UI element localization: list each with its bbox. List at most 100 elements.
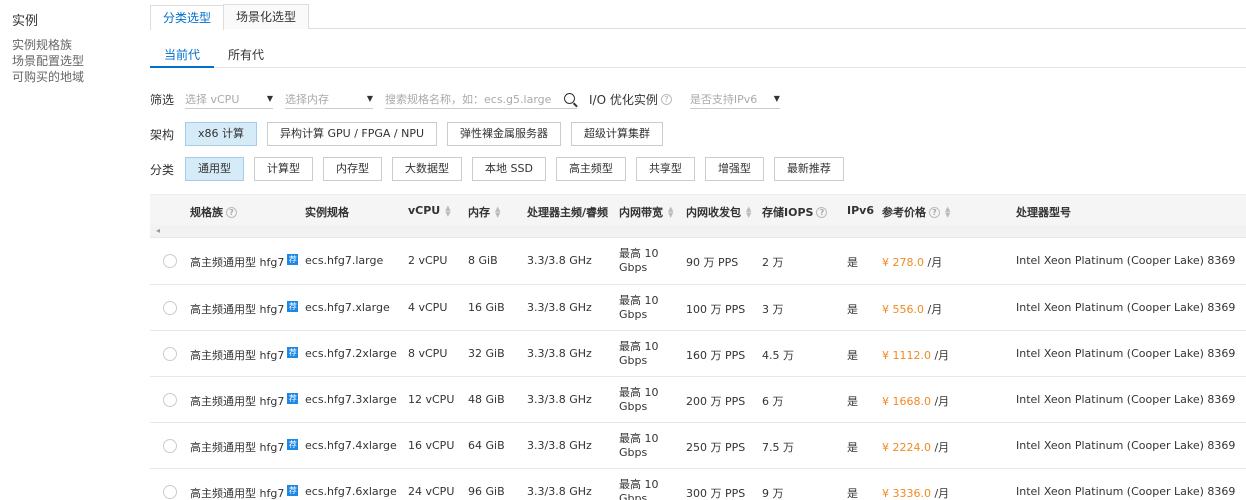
family-name: 高主频通用型 hfg7 <box>190 303 285 316</box>
category-local-ssd-button[interactable]: 本地 SSD <box>472 157 546 181</box>
price-unit: /月 <box>930 441 950 454</box>
category-compute-button[interactable]: 计算型 <box>254 157 313 181</box>
search-icon[interactable] <box>564 93 575 104</box>
cell-pps: 250 万 PPS <box>686 441 746 454</box>
cell-spec: ecs.hfg7.6xlarge <box>305 485 397 498</box>
help-icon[interactable]: ? <box>816 206 828 218</box>
col-price-label: 参考价格 <box>882 206 926 219</box>
nav-item-instance-families[interactable]: 实例规格族 <box>12 37 128 53</box>
cell-memory: 16 GiB <box>468 301 505 314</box>
row-radio[interactable] <box>163 439 177 453</box>
category-general-button[interactable]: 通用型 <box>185 157 244 181</box>
cell-pps: 100 万 PPS <box>686 303 746 316</box>
col-iops: 存储IOPS ? <box>762 204 828 220</box>
subtab-current-gen[interactable]: 当前代 <box>150 42 215 68</box>
category-high-freq-button[interactable]: 高主频型 <box>555 157 626 181</box>
cell-family: 高主频通用型 hfg7 荐 <box>190 485 299 500</box>
tab-category-selection[interactable]: 分类选型 <box>150 5 225 30</box>
category-memory-button[interactable]: 内存型 <box>323 157 382 181</box>
table-row[interactable]: 高主频通用型 hfg7 荐 ecs.hfg7.6xlarge 24 vCPU 96 Gi… <box>150 469 1246 500</box>
category-shared-button[interactable]: 共享型 <box>635 157 695 181</box>
table-row[interactable]: 高主频通用型 hfg7 荐 ecs.hfg7.2xlarge 8 vCPU 32 GiB… <box>150 331 1246 377</box>
price-unit: /月 <box>930 349 950 362</box>
sort-icon[interactable]: ▲ ▼ <box>746 206 751 219</box>
table-row[interactable]: 高主频通用型 hfg7 荐 ecs.hfg7.4xlarge 16 vCPU 64 Gi… <box>150 423 1246 469</box>
cell-spec: ecs.hfg7.3xlarge <box>305 393 397 406</box>
cell-spec: ecs.hfg7.xlarge <box>305 301 390 314</box>
cell-memory: 8 GiB <box>468 254 498 267</box>
subtab-all-gen[interactable]: 所有代 <box>214 42 278 67</box>
family-name: 高主频通用型 hfg7 <box>190 395 285 408</box>
row-radio[interactable] <box>163 254 177 268</box>
horizontal-scrollbar[interactable]: ◂ <box>150 225 1246 238</box>
cell-cpu-model: Intel Xeon Platinum (Cooper Lake) 8369 <box>1016 439 1236 452</box>
price-value: ¥ 278.0 <box>882 256 924 269</box>
bandwidth-value: 最高 10 <box>619 294 659 307</box>
col-cpu-model: 处理器型号 <box>1016 206 1071 219</box>
cell-price: ¥ 1668.0 /月 <box>882 393 949 409</box>
bandwidth-value: 最高 10 <box>619 432 659 445</box>
tab-scenario-selection[interactable]: 场景化选型 <box>223 4 310 29</box>
arch-heterogeneous-button[interactable]: 异构计算 GPU / FPGA / NPU <box>267 122 438 146</box>
help-icon[interactable]: ? <box>660 93 672 105</box>
price-unit: /月 <box>924 256 943 269</box>
col-vcpu[interactable]: vCPU ▲ ▼ <box>408 204 451 217</box>
row-radio[interactable] <box>163 347 177 361</box>
sort-icon[interactable]: ▲ ▼ <box>495 206 500 219</box>
arch-bare-metal-button[interactable]: 弹性裸金属服务器 <box>447 122 562 146</box>
category-recommended-button[interactable]: 最新推荐 <box>773 157 844 181</box>
help-icon[interactable]: ? <box>226 206 237 218</box>
sort-icon[interactable]: ▲ ▼ <box>445 204 450 217</box>
bandwidth-unit: Gbps <box>619 261 648 274</box>
help-icon[interactable]: ? <box>929 206 940 218</box>
cell-spec: ecs.hfg7.large <box>305 254 384 267</box>
filter-label: 筛选 <box>150 92 175 107</box>
memory-select[interactable]: 选择内存 ▼ <box>285 89 373 109</box>
table-row[interactable]: 高主频通用型 hfg7 荐 ecs.hfg7.xlarge 4 vCPU 16 GiB 3… <box>150 285 1246 331</box>
cell-bandwidth: 最高 10 Gbps <box>619 247 659 275</box>
row-radio[interactable] <box>163 393 177 407</box>
cell-frequency: 3.3/3.8 GHz <box>527 254 592 267</box>
cell-vcpu: 4 vCPU <box>408 301 448 314</box>
cell-price: ¥ 278.0 /月 <box>882 254 942 270</box>
row-radio[interactable] <box>163 301 177 315</box>
cell-pps: 300 万 PPS <box>686 487 746 500</box>
cell-frequency: 3.3/3.8 GHz <box>527 485 592 498</box>
nav-item-scenario-config[interactable]: 场景配置选型 <box>12 53 128 69</box>
family-name: 高主频通用型 hfg7 <box>190 487 285 500</box>
cell-price: ¥ 2224.0 /月 <box>882 439 949 455</box>
table-row[interactable]: 高主频通用型 hfg7 荐 ecs.hfg7.3xlarge 12 vCPU 48 Gi… <box>150 377 1246 423</box>
col-pps[interactable]: 内网收发包 ▲ ▼ <box>686 204 751 220</box>
col-family-label: 规格族 <box>190 206 223 219</box>
col-price[interactable]: 参考价格 ? ▲ ▼ <box>882 204 950 220</box>
cell-memory: 32 GiB <box>468 347 505 360</box>
row-radio[interactable] <box>163 485 177 499</box>
ipv6-select-placeholder: 是否支持IPv6 <box>689 92 758 106</box>
cell-family: 高主频通用型 hfg7 荐 <box>190 301 299 317</box>
col-spec: 实例规格 <box>305 206 349 219</box>
category-big-data-button[interactable]: 大数据型 <box>392 157 462 181</box>
ipv6-select[interactable]: 是否支持IPv6 ▼ <box>689 89 780 109</box>
io-optimized-label: I/O 优化实例 ? <box>589 91 672 108</box>
sort-icon[interactable]: ▲ ▼ <box>668 206 673 219</box>
cell-memory: 64 GiB <box>468 439 505 452</box>
sort-icon[interactable]: ▲ ▼ <box>945 206 950 219</box>
vcpu-select-placeholder: 选择 vCPU <box>185 92 240 106</box>
nav-item-available-regions[interactable]: 可购买的地域 <box>12 69 128 85</box>
table-row[interactable]: 高主频通用型 hfg7 荐 ecs.hfg7.large 2 vCPU 8 GiB 3.3… <box>150 238 1246 285</box>
arch-x86-button[interactable]: x86 计算 <box>185 122 258 146</box>
cell-spec: ecs.hfg7.2xlarge <box>305 347 397 360</box>
cell-cpu-model: Intel Xeon Platinum (Cooper Lake) 8369 <box>1016 254 1236 267</box>
vcpu-select[interactable]: 选择 vCPU ▼ <box>185 89 273 109</box>
arch-super-computing-button[interactable]: 超级计算集群 <box>571 122 664 146</box>
col-bandwidth[interactable]: 内网带宽 ▲ ▼ <box>619 204 673 220</box>
col-pps-label: 内网收发包 <box>686 206 741 219</box>
category-enhanced-button[interactable]: 增强型 <box>704 157 764 181</box>
cell-pps: 90 万 PPS <box>686 256 739 269</box>
cell-vcpu: 12 vCPU <box>408 393 455 406</box>
spec-search-input[interactable]: 搜索规格名称，如：ecs.g5.large <box>385 89 577 109</box>
bandwidth-value: 最高 10 <box>619 386 659 399</box>
cell-bandwidth: 最高 10 Gbps <box>619 294 659 322</box>
family-name: 高主频通用型 hfg7 <box>190 256 285 269</box>
col-memory[interactable]: 内存 ▲ ▼ <box>468 204 500 220</box>
